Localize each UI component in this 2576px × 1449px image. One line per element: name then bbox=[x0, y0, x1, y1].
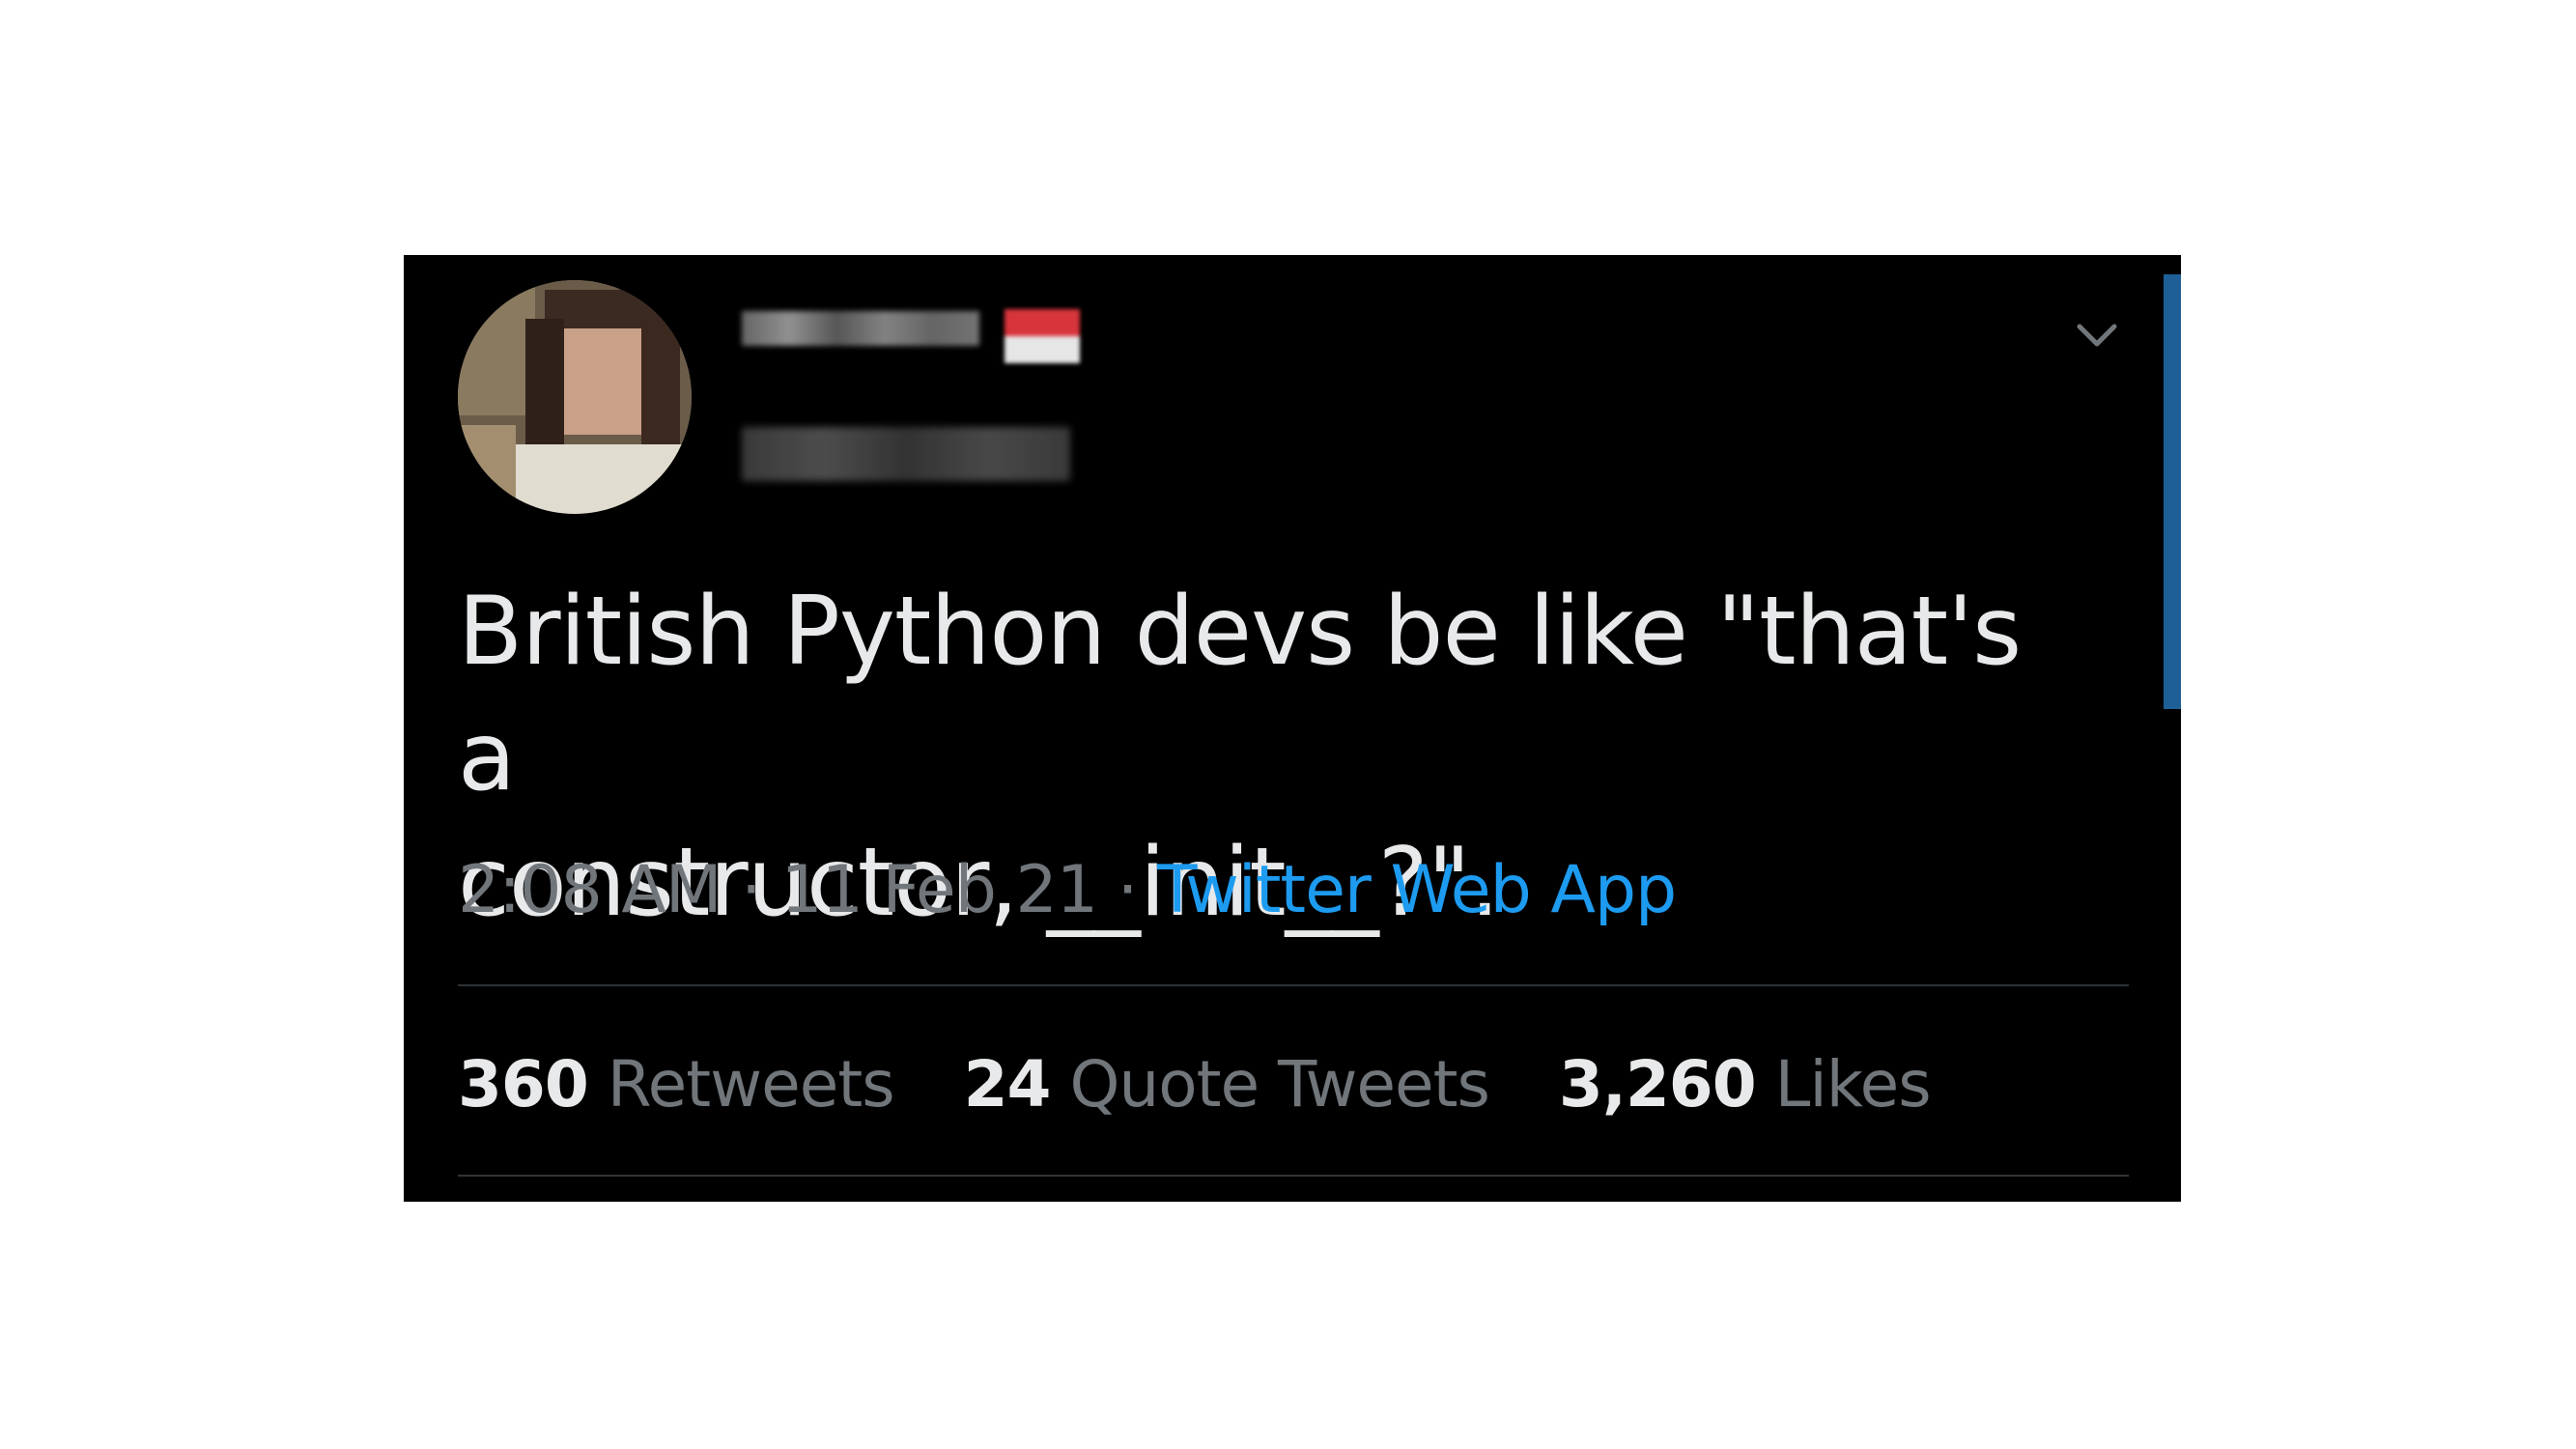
meta-separator: · bbox=[1117, 852, 1139, 928]
tweet-stats: 360 Retweets 24 Quote Tweets 3,260 Likes bbox=[458, 1047, 1981, 1122]
display-name-blurred[interactable] bbox=[742, 311, 979, 346]
tweet-card: British Python devs be like "that's a co… bbox=[404, 255, 2181, 1202]
tweet-time[interactable]: 2:08 AM bbox=[458, 852, 722, 928]
likes-label: Likes bbox=[1774, 1047, 1932, 1122]
quote-tweets-stat[interactable]: 24 Quote Tweets bbox=[963, 1047, 1490, 1122]
retweets-count: 360 bbox=[458, 1047, 589, 1122]
likes-stat[interactable]: 3,260 Likes bbox=[1558, 1047, 1932, 1122]
flag-emoji-blurred bbox=[1005, 309, 1080, 363]
divider bbox=[458, 1175, 2129, 1177]
tweet-source-link[interactable]: Twitter Web App bbox=[1157, 852, 1677, 928]
tweet-date[interactable]: 11 Feb 21 bbox=[780, 852, 1098, 928]
likes-count: 3,260 bbox=[1558, 1047, 1757, 1122]
quote-tweets-label: Quote Tweets bbox=[1069, 1047, 1489, 1122]
tweet-meta: 2:08 AM · 11 Feb 21 · Twitter Web App bbox=[458, 852, 1677, 928]
tweet-text-line-1: British Python devs be like "that's a bbox=[458, 577, 2022, 812]
divider bbox=[458, 984, 2129, 986]
chevron-down-icon[interactable] bbox=[2075, 321, 2119, 350]
retweets-stat[interactable]: 360 Retweets bbox=[458, 1047, 895, 1122]
handle-blurred[interactable] bbox=[742, 427, 1070, 481]
meta-separator: · bbox=[741, 852, 762, 928]
retweets-label: Retweets bbox=[607, 1047, 895, 1122]
scrollbar-thumb[interactable] bbox=[2164, 274, 2181, 709]
avatar[interactable] bbox=[458, 280, 692, 514]
quote-tweets-count: 24 bbox=[963, 1047, 1052, 1122]
